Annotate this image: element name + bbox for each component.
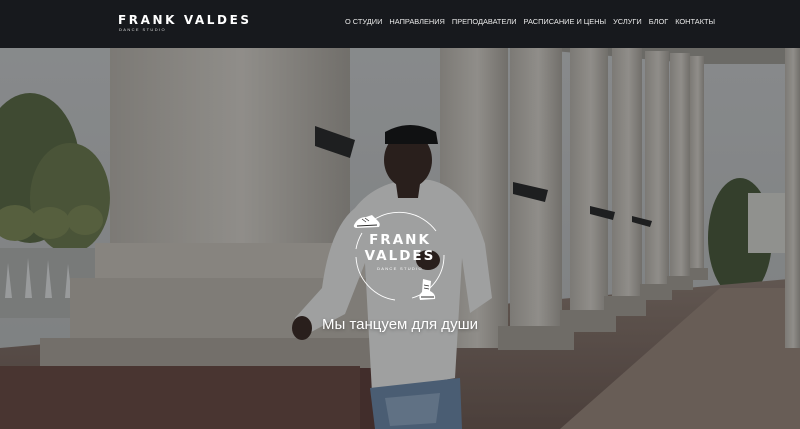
sneaker-icon	[419, 279, 436, 300]
emblem-text: FRANK VALDES DANCE STUDIO	[350, 232, 450, 272]
sneaker-icon	[353, 215, 380, 228]
emblem-subtitle: DANCE STUDIO	[377, 266, 423, 271]
emblem-title-line2: VALDES	[364, 248, 436, 264]
nav-item-directions[interactable]: НАПРАВЛЕНИЯ	[389, 17, 444, 27]
nav-item-contacts[interactable]: КОНТАКТЫ	[675, 17, 715, 27]
nav-item-teachers[interactable]: ПРЕПОДАВАТЕЛИ	[452, 17, 517, 27]
nav-item-blog[interactable]: БЛОГ	[649, 17, 668, 27]
site-header: FRANK VALDES DANCE STUDIO О СТУДИИ НАПРА…	[0, 0, 800, 48]
nav-item-about[interactable]: О СТУДИИ	[345, 17, 382, 27]
nav-item-schedule[interactable]: РАСПИСАНИЕ И ЦЕНЫ	[524, 17, 607, 27]
hero-tagline: Мы танцуем для души	[322, 316, 478, 333]
logo-title: FRANK VALDES	[118, 13, 252, 27]
main-nav: О СТУДИИ НАПРАВЛЕНИЯ ПРЕПОДАВАТЕЛИ РАСПИ…	[345, 17, 715, 27]
studio-emblem: FRANK VALDES DANCE STUDIO	[350, 205, 450, 305]
hero-section: FRANK VALDES DANCE STUDIO Мы танцуем для…	[0, 48, 800, 429]
logo-subtitle: DANCE STUDIO	[119, 27, 167, 32]
site-logo[interactable]: FRANK VALDES DANCE STUDIO	[118, 13, 252, 33]
emblem-title-line1: FRANK	[369, 232, 431, 248]
nav-item-services[interactable]: УСЛУГИ	[613, 17, 642, 27]
